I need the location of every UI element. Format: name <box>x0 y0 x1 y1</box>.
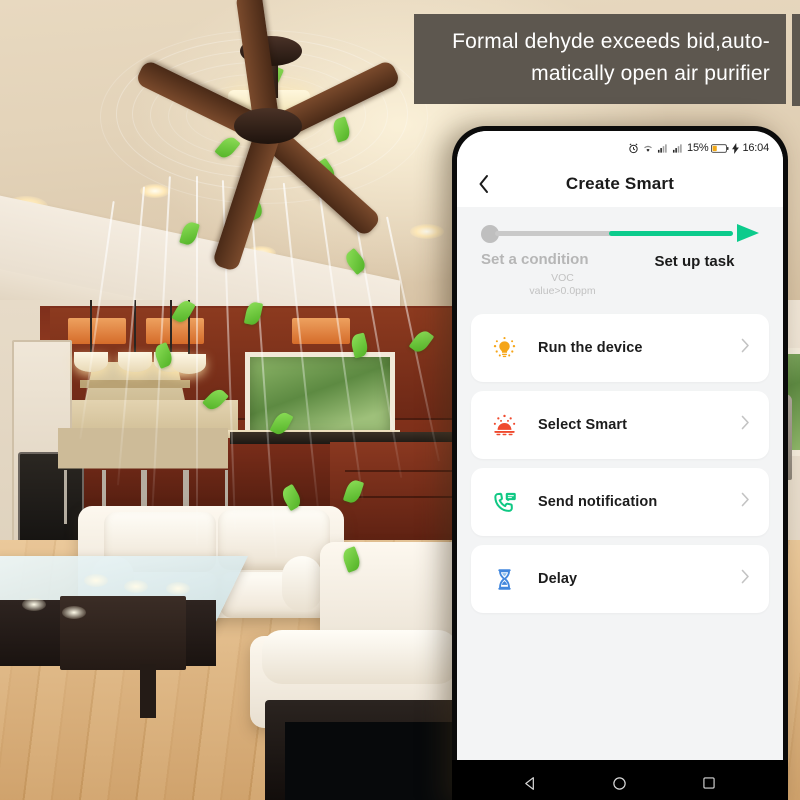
clock-label: 16:04 <box>742 142 769 154</box>
pendant-light <box>118 352 152 372</box>
list-item-send-notification[interactable]: Send notification <box>471 468 769 536</box>
phone-device: 15% 16:04 Create Smart Set a condition V… <box>452 126 788 800</box>
sunrise-icon <box>487 408 521 442</box>
table-reflection <box>84 574 108 587</box>
stepper-arrow-icon <box>737 224 759 242</box>
coffee-table-leg <box>140 664 156 718</box>
chevron-right-icon <box>741 492 755 512</box>
pendant-cord <box>170 300 172 358</box>
battery-percent-label: 15% <box>687 142 709 154</box>
stepper-step1-sub-line2: value>0.0ppm <box>529 285 596 297</box>
phone-screen: 15% 16:04 Create Smart Set a condition V… <box>457 131 783 767</box>
downlight <box>410 224 444 239</box>
sofa-armrest <box>262 630 458 684</box>
app-bar: Create Smart <box>457 161 783 207</box>
range-hood-band <box>80 380 190 388</box>
table-reflection <box>166 582 190 595</box>
list-item-label: Select Smart <box>538 417 628 433</box>
hourglass-icon <box>487 562 521 596</box>
task-type-list: Run the device Select Smart Send notific… <box>457 310 783 613</box>
ceiling-fan <box>120 0 420 273</box>
cabinet-seam <box>345 470 465 472</box>
sofa-bolster <box>282 556 322 612</box>
stepper-step-2[interactable]: Set up task <box>630 251 759 298</box>
table-reflection <box>22 598 46 611</box>
status-bar: 15% 16:04 <box>457 131 783 161</box>
nav-back-triangle-icon[interactable] <box>520 772 542 794</box>
stepper-line-incomplete <box>495 231 623 236</box>
back-chevron-icon[interactable] <box>471 171 497 197</box>
table-reflection <box>62 606 86 619</box>
list-item-label: Send notification <box>538 494 658 510</box>
stepper-line-active <box>608 231 733 236</box>
stepper-step2-label: Set up task <box>654 253 735 270</box>
chevron-right-icon <box>741 338 755 358</box>
stepper-step-1[interactable]: Set a condition VOC value>0.0ppm <box>481 251 630 298</box>
stepper-labels: Set a condition VOC value>0.0ppm Set up … <box>481 251 759 298</box>
charging-bolt-icon <box>732 142 740 154</box>
chevron-right-icon <box>741 569 755 589</box>
list-item-run-the-device[interactable]: Run the device <box>471 314 769 382</box>
fan-hub <box>234 108 302 144</box>
caption-line-1: Formal dehyde exceeds bid,auto- <box>452 30 770 53</box>
signal-bars-icon <box>672 143 684 154</box>
stepper-step1-sub-line1: VOC <box>551 272 574 284</box>
stepper-step1-label: Set a condition <box>481 251 589 268</box>
screenshot-root: Formal dehyde exceeds bid,auto- maticall… <box>0 0 800 800</box>
phone-message-icon <box>487 485 521 519</box>
stepper-step1-sublabel: VOC value>0.0ppm <box>481 272 630 298</box>
nav-recents-square-icon[interactable] <box>698 772 720 794</box>
list-item-select-smart[interactable]: Select Smart <box>471 391 769 459</box>
battery-icon <box>711 143 729 154</box>
pendant-light <box>172 354 206 374</box>
list-item-label: Delay <box>538 571 578 587</box>
android-nav-bar <box>452 760 788 800</box>
chevron-right-icon <box>741 415 755 435</box>
page-title: Create Smart <box>565 174 675 193</box>
nav-home-circle-icon[interactable] <box>609 772 631 794</box>
list-item-label: Run the device <box>538 340 643 356</box>
signal-bars-icon <box>657 143 669 154</box>
table-reflection <box>124 580 148 593</box>
stepper-track <box>481 223 759 245</box>
caption-banner: Formal dehyde exceeds bid,auto- maticall… <box>414 14 786 104</box>
list-item-delay[interactable]: Delay <box>471 545 769 613</box>
lightbulb-icon <box>487 331 521 365</box>
alarm-icon <box>628 142 639 154</box>
wifi-icon <box>642 143 654 154</box>
caption-line-2: matically open air purifier <box>531 62 770 85</box>
progress-stepper: Set a condition VOC value>0.0ppm Set up … <box>457 207 783 310</box>
caption-banner-edge <box>792 14 800 106</box>
